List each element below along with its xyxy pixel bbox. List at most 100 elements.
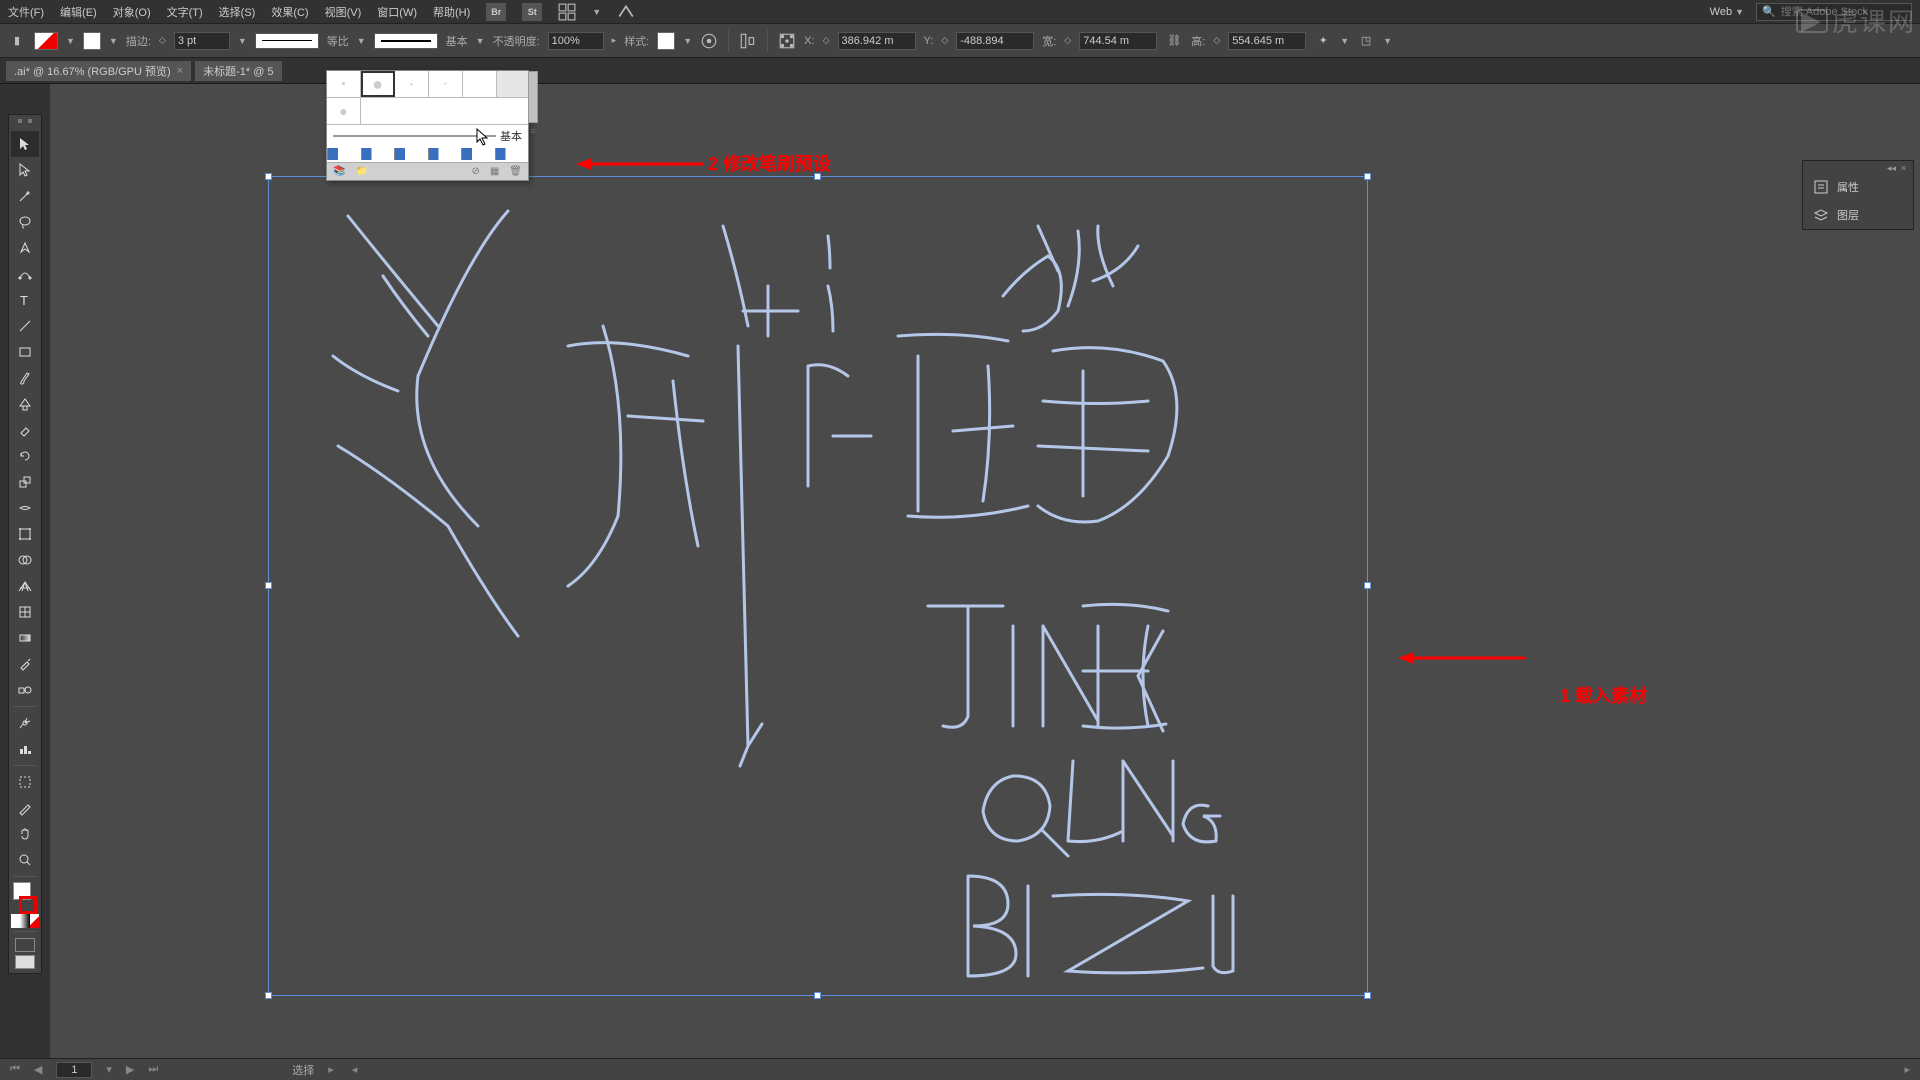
shaper-tool[interactable] bbox=[11, 391, 39, 417]
style-swatch[interactable] bbox=[657, 32, 675, 50]
workspace-switcher[interactable]: Web ▼ bbox=[1710, 6, 1744, 18]
stock-icon[interactable]: St bbox=[522, 3, 542, 21]
brush-delete-icon[interactable]: 🗑 bbox=[509, 166, 522, 177]
chevron-down-icon[interactable]: ▾ bbox=[106, 1063, 112, 1076]
search-box[interactable]: 🔍 bbox=[1756, 3, 1912, 21]
close-icon[interactable]: × bbox=[1901, 163, 1909, 171]
transform-ref-icon[interactable] bbox=[778, 32, 796, 50]
align-icon[interactable] bbox=[739, 32, 757, 50]
artwork bbox=[268, 176, 1368, 996]
blend-tool[interactable] bbox=[11, 677, 39, 703]
lasso-tool[interactable] bbox=[11, 209, 39, 235]
artboard-tool[interactable] bbox=[11, 769, 39, 795]
brush-lib-icon[interactable]: 📚 bbox=[333, 166, 345, 177]
menu-effect[interactable]: 效果(C) bbox=[271, 4, 308, 20]
arrange-icon[interactable] bbox=[558, 3, 576, 21]
menu-edit[interactable]: 编辑(E) bbox=[60, 4, 97, 20]
brush-preset-5[interactable]: ● bbox=[327, 98, 361, 124]
pen-tool[interactable] bbox=[11, 235, 39, 261]
nav-prev-icon[interactable]: ◀ bbox=[34, 1063, 42, 1076]
hand-tool[interactable] bbox=[11, 821, 39, 847]
scrollbar[interactable] bbox=[528, 71, 538, 123]
menu-file[interactable]: 文件(F) bbox=[8, 4, 44, 20]
isolate-icon[interactable]: ◳ bbox=[1357, 32, 1375, 50]
scroll-right-icon[interactable]: ▸ bbox=[1904, 1063, 1910, 1076]
shape-builder-tool[interactable] bbox=[11, 547, 39, 573]
status-menu-icon[interactable]: ▸ bbox=[328, 1063, 334, 1076]
brush-definition[interactable] bbox=[374, 33, 438, 49]
mesh-tool[interactable] bbox=[11, 599, 39, 625]
gradient-tool[interactable] bbox=[11, 625, 39, 651]
screen-mode-full[interactable] bbox=[15, 955, 35, 969]
screen-mode-normal[interactable] bbox=[15, 938, 35, 952]
direct-selection-tool[interactable] bbox=[11, 157, 39, 183]
free-transform-tool[interactable] bbox=[11, 521, 39, 547]
stroke-color[interactable] bbox=[19, 896, 37, 914]
menu-help[interactable]: 帮助(H) bbox=[433, 4, 470, 20]
paintbrush-tool[interactable] bbox=[11, 365, 39, 391]
fill-stroke-indicator[interactable] bbox=[11, 882, 39, 914]
canvas-area[interactable] bbox=[50, 84, 1920, 1058]
recolor-icon[interactable] bbox=[700, 32, 718, 50]
brush-size-slider[interactable] bbox=[333, 135, 496, 137]
brush-preset-4[interactable]: · bbox=[463, 71, 497, 97]
gpu-icon[interactable] bbox=[617, 3, 635, 21]
brush-preset-panel[interactable]: ≡ • ● • • · ● 基本 📚 📁 ⊘ ▦ 🗑 bbox=[326, 70, 529, 181]
bridge-icon[interactable]: Br bbox=[486, 3, 506, 21]
nav-next-icon[interactable]: ▶ bbox=[126, 1063, 134, 1076]
menu-object[interactable]: 对象(O) bbox=[113, 4, 151, 20]
opacity-input[interactable] bbox=[548, 32, 604, 50]
document-tab-1[interactable]: 未标题-1* @ 5 bbox=[195, 61, 281, 81]
scale-tool[interactable] bbox=[11, 469, 39, 495]
brush-preset-3[interactable]: • bbox=[429, 71, 463, 97]
width-profile[interactable] bbox=[255, 33, 319, 49]
symbol-sprayer-tool[interactable] bbox=[11, 710, 39, 736]
brush-remove-icon[interactable]: ⊘ bbox=[471, 166, 479, 177]
search-input[interactable] bbox=[1781, 6, 1901, 18]
curvature-tool[interactable] bbox=[11, 261, 39, 287]
perspective-grid-tool[interactable] bbox=[11, 573, 39, 599]
slice-tool[interactable] bbox=[11, 795, 39, 821]
selection-tool[interactable] bbox=[11, 131, 39, 157]
collapse-icon[interactable]: ◂◂ bbox=[1887, 163, 1895, 171]
menu-window[interactable]: 窗口(W) bbox=[377, 4, 417, 20]
nav-first-icon[interactable]: ⏮ bbox=[10, 1063, 20, 1076]
zoom-tool[interactable] bbox=[11, 847, 39, 873]
shape-icon[interactable]: ✦ bbox=[1314, 32, 1332, 50]
type-tool[interactable]: T bbox=[11, 287, 39, 313]
artboard-nav-input[interactable] bbox=[56, 1062, 92, 1078]
scroll-left-icon[interactable]: ◂ bbox=[352, 1063, 358, 1076]
eraser-tool[interactable] bbox=[11, 417, 39, 443]
line-tool[interactable] bbox=[11, 313, 39, 339]
rectangle-tool[interactable] bbox=[11, 339, 39, 365]
menu-text[interactable]: 文字(T) bbox=[167, 4, 203, 20]
y-input[interactable] bbox=[956, 32, 1034, 50]
close-icon[interactable]: × bbox=[177, 65, 183, 77]
menu-select[interactable]: 选择(S) bbox=[219, 4, 256, 20]
rotate-tool[interactable] bbox=[11, 443, 39, 469]
link-wh-icon[interactable]: ⛓ bbox=[1165, 32, 1183, 50]
width-tool[interactable] bbox=[11, 495, 39, 521]
properties-panel[interactable]: 属性 bbox=[1803, 173, 1913, 201]
brush-new-icon[interactable]: ▦ bbox=[490, 166, 499, 177]
column-graph-tool[interactable] bbox=[11, 736, 39, 762]
brush-preset-1[interactable]: ● bbox=[361, 71, 395, 97]
stroke-swatch[interactable] bbox=[83, 32, 101, 50]
brush-preset-2[interactable]: • bbox=[395, 71, 429, 97]
height-input[interactable] bbox=[1228, 32, 1306, 50]
color-mode-row[interactable] bbox=[11, 914, 39, 928]
brush-size-label: 基本 bbox=[500, 128, 522, 144]
stroke-weight-input[interactable] bbox=[174, 32, 230, 50]
document-tab-0[interactable]: .ai* @ 16.67% (RGB/GPU 预览) × bbox=[6, 61, 191, 81]
magic-wand-tool[interactable] bbox=[11, 183, 39, 209]
layers-panel[interactable]: 图层 bbox=[1803, 201, 1913, 229]
panel-menu-icon[interactable]: ≡ bbox=[528, 126, 538, 136]
menu-view[interactable]: 视图(V) bbox=[325, 4, 362, 20]
width-input[interactable] bbox=[1079, 32, 1157, 50]
x-input[interactable] bbox=[838, 32, 916, 50]
nav-last-icon[interactable]: ⏭ bbox=[148, 1063, 158, 1076]
fill-swatch[interactable] bbox=[34, 32, 58, 50]
eyedropper-tool[interactable] bbox=[11, 651, 39, 677]
brush-folder-icon[interactable]: 📁 bbox=[355, 166, 367, 177]
brush-preset-0[interactable]: • bbox=[327, 71, 361, 97]
